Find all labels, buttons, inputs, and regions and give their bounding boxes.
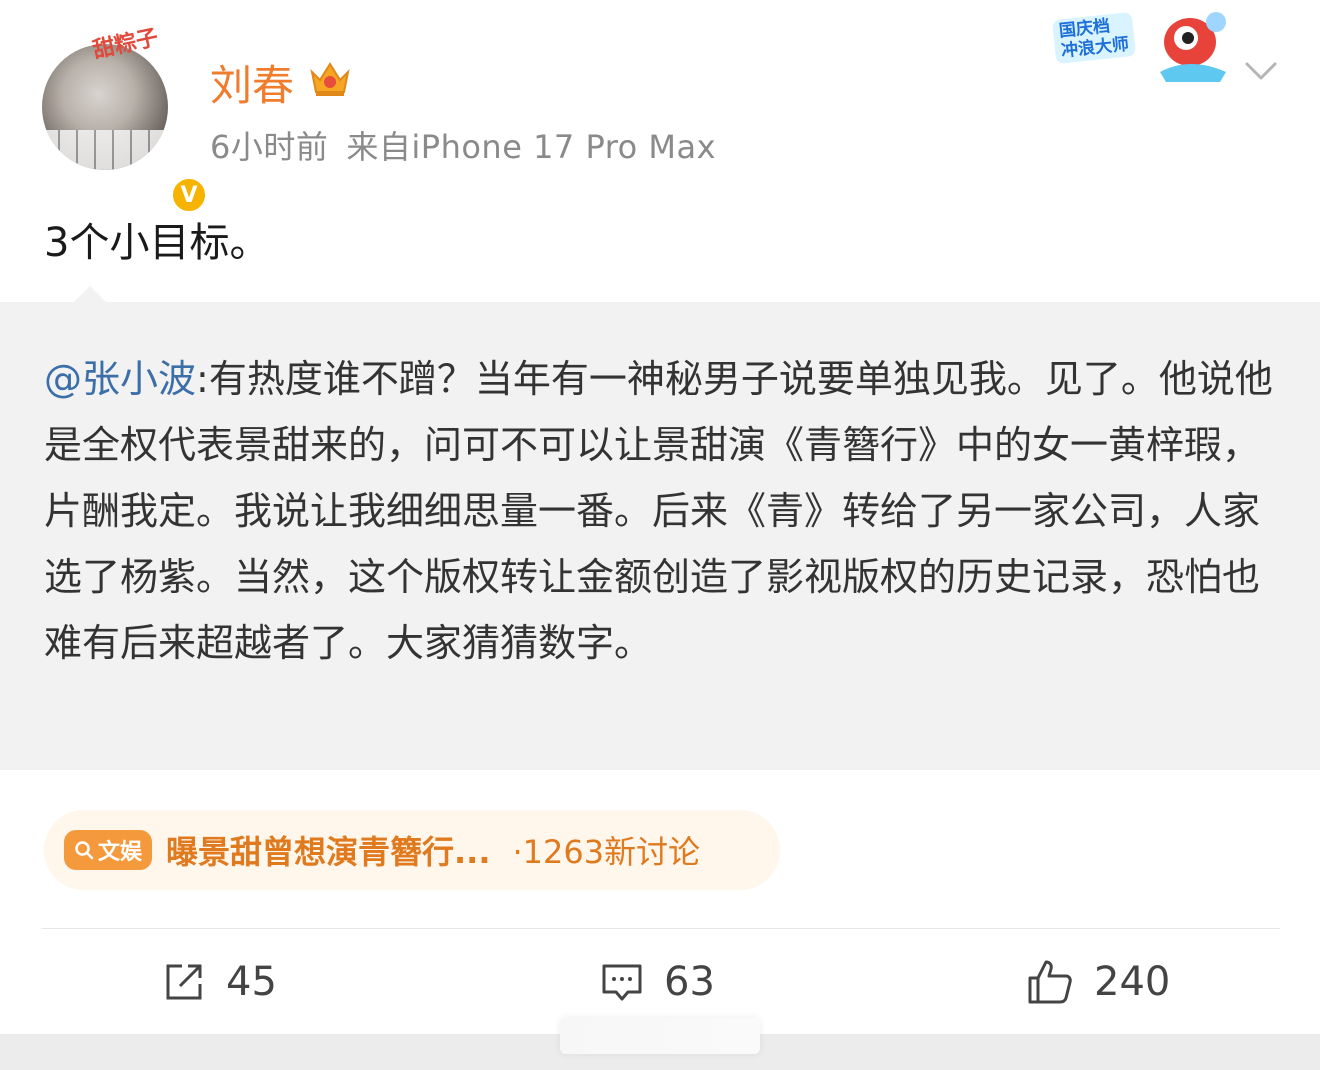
repost-button[interactable]: 45 — [162, 940, 277, 1024]
verified-badge-icon: V — [170, 176, 208, 214]
comment-count: 63 — [664, 959, 715, 1005]
post-meta: 6小时前 来自iPhone 17 Pro Max — [210, 122, 716, 168]
post-source: 来自iPhone 17 Pro Max — [346, 128, 717, 166]
post-time: 6小时前 — [210, 128, 329, 166]
mention-link[interactable]: @张小波 — [44, 357, 196, 401]
topic-chip: 文娱 — [64, 830, 153, 870]
topic-card[interactable]: 文娱 曝景甜曾想演青簪行... ·1263新讨论 — [44, 810, 780, 890]
avatar-keyboard-decoration — [42, 130, 168, 170]
crown-icon[interactable] — [308, 58, 352, 98]
post-header: 甜粽子 V 刘春 6小时前 来自iPhone 17 Pro Max 国庆档 冲浪大… — [0, 0, 1320, 214]
username[interactable]: 刘春 — [210, 52, 294, 113]
comment-button[interactable]: 63 — [600, 940, 715, 1024]
chevron-down-icon[interactable] — [1244, 56, 1278, 86]
repost-count: 45 — [226, 959, 277, 1005]
quoted-post-text: :有热度谁不蹭？当年有一神秘男子说要单独见我。见了。他说他是全权代表景甜来的，问… — [44, 357, 1273, 665]
post-text: 3个小目标。 — [44, 220, 270, 266]
action-bar: 45 63 240 — [0, 940, 1320, 1024]
promo-badge[interactable]: 国庆档 冲浪大师 — [1046, 4, 1236, 88]
mascot-icon — [1160, 12, 1226, 82]
comment-icon — [602, 964, 642, 1001]
avatar-image — [42, 44, 168, 170]
avatar[interactable]: 甜粽子 V — [42, 24, 208, 214]
topic-title: 曝景甜曾想演青簪行... — [166, 833, 491, 871]
promo-badge-text: 国庆档 冲浪大师 — [1051, 11, 1137, 65]
quoted-post-body: @张小波:有热度谁不蹭？当年有一神秘男子说要单独见我。见了。他说他是全权代表景甜… — [44, 346, 1280, 676]
like-icon — [1028, 960, 1072, 1004]
search-icon — [75, 841, 94, 860]
home-indicator — [560, 1018, 760, 1054]
topic-chip-label: 文娱 — [98, 840, 143, 865]
like-count: 240 — [1094, 959, 1171, 1005]
quote-notch — [74, 286, 106, 302]
like-button[interactable]: 240 — [1026, 940, 1170, 1024]
avatar-sticker: 甜粽子 — [90, 24, 161, 64]
divider — [42, 928, 1280, 929]
topic-discussion-count: ·1263新讨论 — [512, 833, 701, 871]
repost-icon — [166, 964, 202, 1000]
